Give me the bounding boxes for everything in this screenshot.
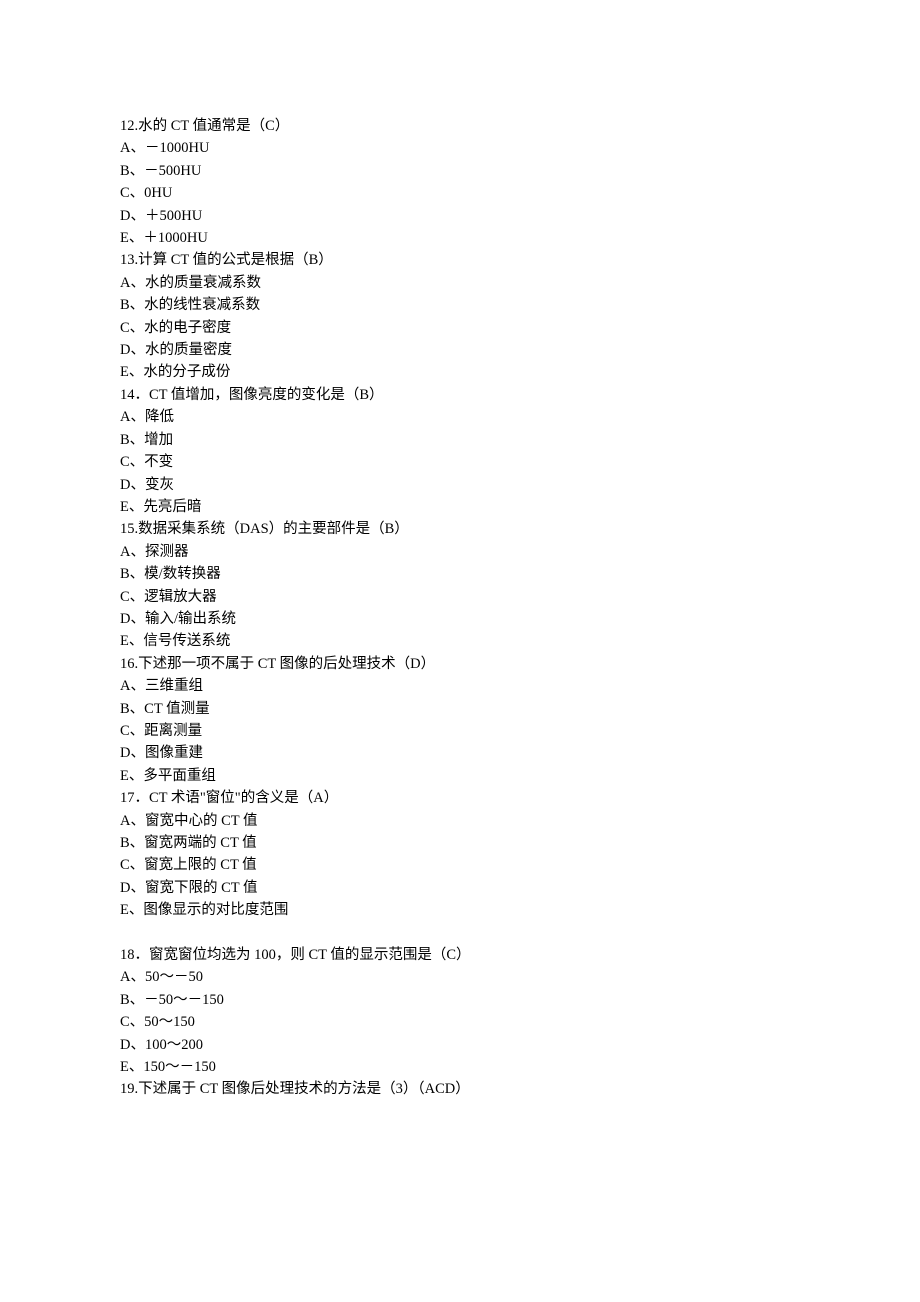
question-option: A、水的质量衰减系数 [120, 272, 800, 294]
question-option: D、图像重建 [120, 742, 800, 764]
question-stem: 17．CT 术语"窗位"的含义是（A） [120, 787, 800, 809]
question-option: B、窗宽两端的 CT 值 [120, 832, 800, 854]
question-option: C、距离测量 [120, 720, 800, 742]
question-stem: 15.数据采集系统（DAS）的主要部件是（B） [120, 518, 800, 540]
question-stem: 13.计算 CT 值的公式是根据（B） [120, 249, 800, 271]
question-option: E、先亮后暗 [120, 496, 800, 518]
question-option: C、不变 [120, 451, 800, 473]
question-option: B、模/数转换器 [120, 563, 800, 585]
question-option: A、三维重组 [120, 675, 800, 697]
question-option: D、水的质量密度 [120, 339, 800, 361]
question-option: B、水的线性衰减系数 [120, 294, 800, 316]
question-stem: 19.下述属于 CT 图像后处理技术的方法是（3）（ACD） [120, 1078, 800, 1100]
question-option: E、信号传送系统 [120, 630, 800, 652]
question-option: B、－500HU [120, 160, 800, 182]
question-option: A、降低 [120, 406, 800, 428]
document-page: 12.水的 CT 值通常是（C）A、－1000HUB、－500HUC、0HUD、… [0, 0, 920, 1302]
question-option: A、探测器 [120, 541, 800, 563]
question-option: E、多平面重组 [120, 765, 800, 787]
question-option: C、窗宽上限的 CT 值 [120, 854, 800, 876]
question-option: B、增加 [120, 429, 800, 451]
question-option: D、窗宽下限的 CT 值 [120, 877, 800, 899]
question-option: A、50～－50 [120, 966, 800, 988]
question-option: B、－50～－150 [120, 989, 800, 1011]
blank-line [120, 922, 800, 944]
question-option: A、窗宽中心的 CT 值 [120, 810, 800, 832]
question-option: C、水的电子密度 [120, 317, 800, 339]
question-option: A、－1000HU [120, 137, 800, 159]
question-option: D、输入/输出系统 [120, 608, 800, 630]
question-stem: 18．窗宽窗位均选为 100，则 CT 值的显示范围是（C） [120, 944, 800, 966]
question-option: C、逻辑放大器 [120, 586, 800, 608]
question-option: D、变灰 [120, 474, 800, 496]
question-option: D、100～200 [120, 1034, 800, 1056]
question-option: D、＋500HU [120, 205, 800, 227]
question-option: E、图像显示的对比度范围 [120, 899, 800, 921]
question-option: C、0HU [120, 182, 800, 204]
question-stem: 14．CT 值增加，图像亮度的变化是（B） [120, 384, 800, 406]
question-option: C、50～150 [120, 1011, 800, 1033]
question-option: E、＋1000HU [120, 227, 800, 249]
question-option: E、水的分子成份 [120, 361, 800, 383]
question-stem: 12.水的 CT 值通常是（C） [120, 115, 800, 137]
question-option: E、150～－150 [120, 1056, 800, 1078]
question-option: B、CT 值测量 [120, 698, 800, 720]
question-stem: 16.下述那一项不属于 CT 图像的后处理技术（D） [120, 653, 800, 675]
